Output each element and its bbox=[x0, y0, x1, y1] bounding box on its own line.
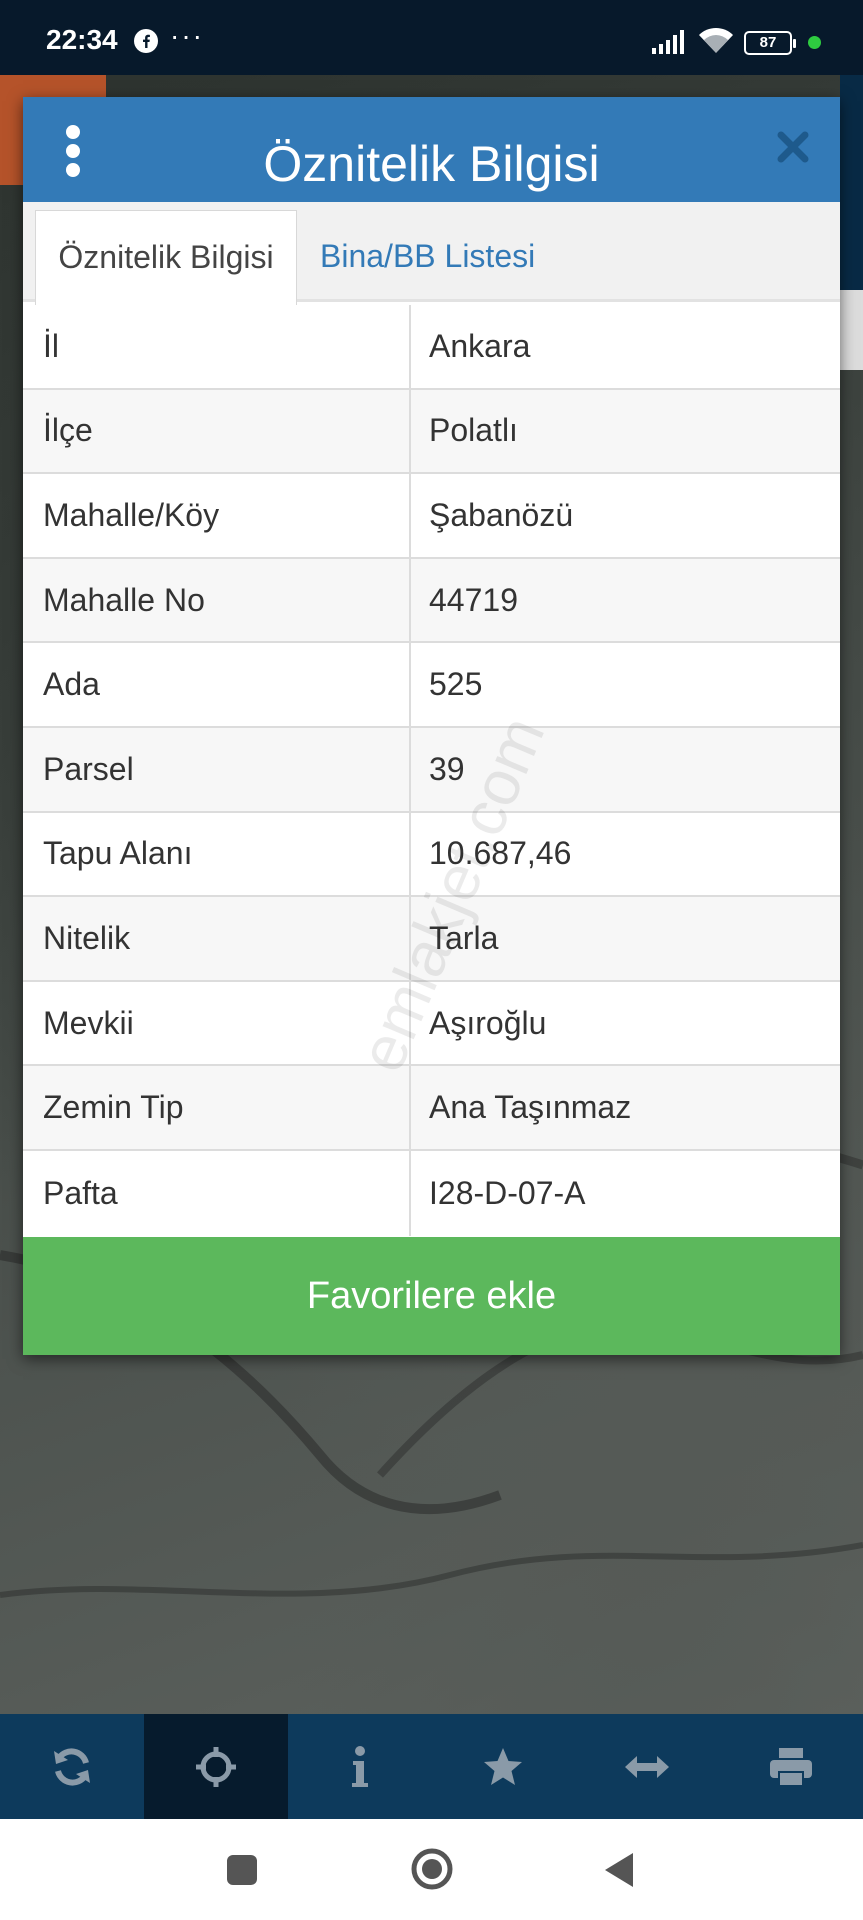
info-icon bbox=[351, 1745, 368, 1787]
bottom-toolbar bbox=[0, 1714, 863, 1819]
close-icon[interactable] bbox=[775, 129, 811, 165]
table-row: Mahalle/Köy Şabanözü bbox=[23, 474, 840, 559]
row-value: Polatlı bbox=[429, 412, 518, 449]
table-row: Mahalle No 44719 bbox=[23, 558, 840, 644]
attribute-info-dialog: Öznitelik Bilgisi Öznitelik Bilgisi Bina… bbox=[23, 97, 840, 1355]
row-key: Zemin Tip bbox=[23, 1066, 411, 1149]
arrows-horizontal-icon bbox=[625, 1755, 670, 1778]
more-notifications-icon: ··· bbox=[170, 20, 204, 51]
system-navigation-bar bbox=[0, 1819, 863, 1920]
locate-button[interactable] bbox=[143, 1714, 288, 1819]
row-key: Pafta bbox=[23, 1150, 411, 1236]
table-row: İlçe Polatlı bbox=[23, 389, 840, 475]
star-icon bbox=[484, 1747, 523, 1785]
privacy-indicator-dot bbox=[808, 36, 821, 49]
wifi-icon bbox=[699, 27, 733, 53]
row-value: Şabanözü bbox=[429, 496, 574, 533]
add-to-favorites-button[interactable]: Favorilere ekle bbox=[23, 1237, 840, 1355]
tab-attribute-info[interactable]: Öznitelik Bilgisi bbox=[35, 210, 297, 305]
row-key: Ada bbox=[23, 643, 411, 726]
row-value: 525 bbox=[429, 666, 483, 703]
tab-building-list[interactable]: Bina/BB Listesi bbox=[303, 210, 603, 305]
status-bar: 22:34 ··· 87 bbox=[0, 0, 863, 75]
battery-icon: 87 bbox=[744, 31, 796, 55]
row-key: Nitelik bbox=[23, 897, 411, 980]
refresh-icon bbox=[53, 1747, 90, 1786]
measure-button[interactable] bbox=[575, 1714, 719, 1819]
table-row: Pafta I28-D-07-A bbox=[23, 1150, 840, 1236]
row-key: Parsel bbox=[23, 727, 411, 811]
row-value: Ankara bbox=[429, 327, 531, 364]
row-value: 39 bbox=[429, 750, 465, 787]
row-value: Ana Taşınmaz bbox=[429, 1089, 632, 1126]
row-value: Tarla bbox=[429, 919, 499, 956]
dialog-header: Öznitelik Bilgisi bbox=[23, 97, 840, 202]
row-key: Mahalle No bbox=[23, 558, 411, 642]
home-icon[interactable] bbox=[410, 1847, 454, 1891]
print-button[interactable] bbox=[719, 1714, 863, 1819]
recents-icon[interactable] bbox=[226, 1854, 258, 1886]
row-key: İl bbox=[23, 305, 411, 388]
table-row: İl Ankara bbox=[23, 305, 840, 390]
table-row: Parsel 39 bbox=[23, 727, 840, 813]
table-row: Zemin Tip Ana Taşınmaz bbox=[23, 1066, 840, 1151]
row-value: 44719 bbox=[429, 581, 518, 618]
favorites-button[interactable] bbox=[431, 1714, 575, 1819]
refresh-button[interactable] bbox=[0, 1714, 144, 1819]
row-value: 10.687,46 bbox=[429, 835, 572, 872]
row-value: Aşıroğlu bbox=[429, 1004, 547, 1041]
facebook-icon bbox=[134, 29, 158, 53]
row-key: Mahalle/Köy bbox=[23, 474, 411, 557]
signal-icon bbox=[652, 30, 684, 54]
status-time: 22:34 bbox=[46, 24, 118, 55]
back-icon[interactable] bbox=[603, 1851, 635, 1889]
attribute-table: İl Ankara İlçe Polatlı Mahalle/Köy Şaban… bbox=[23, 305, 840, 1236]
row-key: İlçe bbox=[23, 389, 411, 473]
table-row: Mevkii Aşıroğlu bbox=[23, 981, 840, 1067]
print-icon bbox=[770, 1747, 813, 1787]
tab-bar: Öznitelik Bilgisi Bina/BB Listesi bbox=[23, 202, 840, 305]
info-button[interactable] bbox=[288, 1714, 432, 1819]
crosshair-icon bbox=[195, 1746, 236, 1787]
row-key: Mevkii bbox=[23, 981, 411, 1065]
dialog-title: Öznitelik Bilgisi bbox=[263, 136, 600, 192]
table-row: Tapu Alanı 10.687,46 bbox=[23, 812, 840, 898]
row-value: I28-D-07-A bbox=[429, 1174, 586, 1211]
row-key: Tapu Alanı bbox=[23, 812, 411, 896]
table-row: Nitelik Tarla bbox=[23, 897, 840, 982]
table-row: Ada 525 bbox=[23, 643, 840, 728]
